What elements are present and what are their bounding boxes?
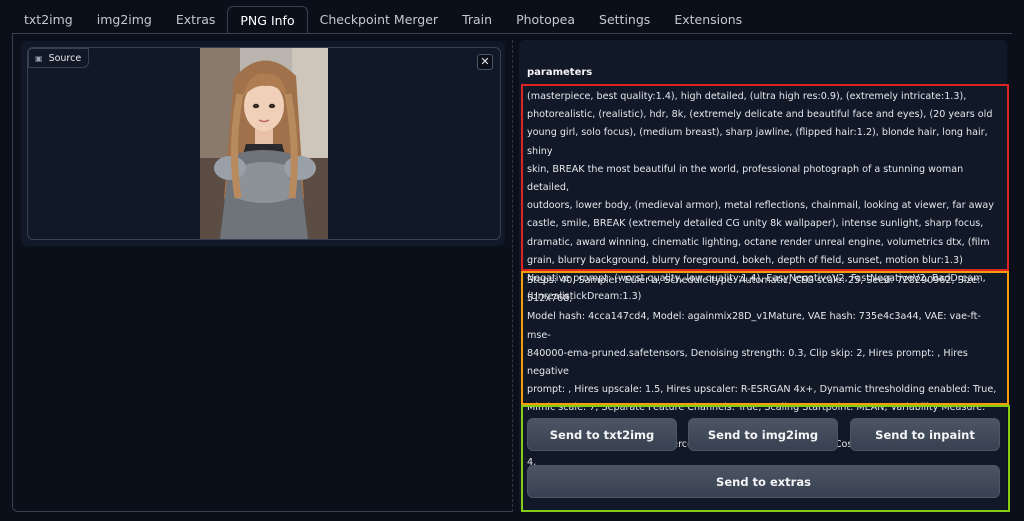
send-to-inpaint-button[interactable]: Send to inpaint xyxy=(850,418,1000,451)
tab-png-info[interactable]: PNG Info xyxy=(227,6,308,33)
send-to-txt2img-button[interactable]: Send to txt2img xyxy=(527,418,677,451)
tab-bar: txt2img img2img Extras PNG Info Checkpoi… xyxy=(12,6,1024,33)
column-divider xyxy=(512,40,513,512)
source-image xyxy=(200,48,328,239)
tab-img2img[interactable]: img2img xyxy=(85,6,164,33)
tab-extensions[interactable]: Extensions xyxy=(662,6,754,33)
tab-photopea[interactable]: Photopea xyxy=(504,6,587,33)
tab-extras[interactable]: Extras xyxy=(164,6,228,33)
tab-train[interactable]: Train xyxy=(450,6,504,33)
source-label-text: Source xyxy=(48,52,82,64)
clear-image-button[interactable]: ✕ xyxy=(477,54,493,70)
tab-txt2img[interactable]: txt2img xyxy=(12,6,85,33)
source-label: ▣ Source xyxy=(28,48,90,68)
send-to-img2img-button[interactable]: Send to img2img xyxy=(688,418,838,451)
portrait-illustration xyxy=(200,48,328,239)
tab-settings[interactable]: Settings xyxy=(587,6,662,33)
close-icon: ✕ xyxy=(480,55,490,68)
settings-highlight-box xyxy=(521,271,1009,405)
send-to-extras-button[interactable]: Send to extras xyxy=(527,465,1000,498)
image-icon: ▣ xyxy=(35,53,43,63)
prompt-highlight-box xyxy=(521,84,1009,271)
parameters-title: parameters xyxy=(527,67,593,78)
tab-checkpoint-merger[interactable]: Checkpoint Merger xyxy=(308,6,450,33)
